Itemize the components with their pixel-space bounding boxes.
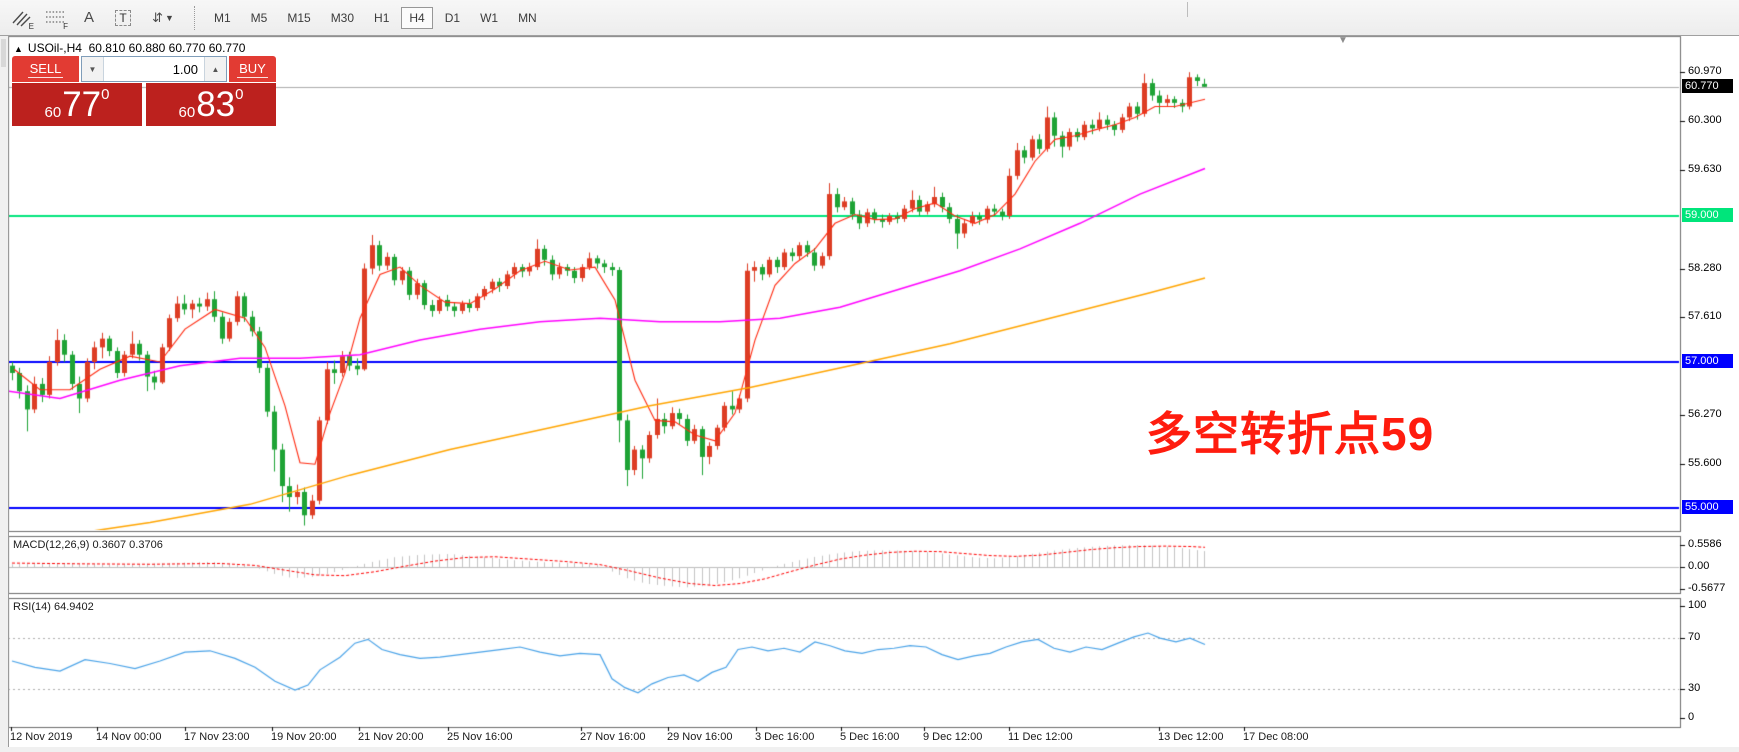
- tab-timeframe-d1[interactable]: D1: [437, 7, 468, 29]
- tab-timeframe-m30[interactable]: M30: [323, 7, 362, 29]
- chart-ohlc-values: 60.810 60.880 60.770 60.770: [89, 41, 246, 55]
- sell-price-pane[interactable]: 60 77 0: [12, 83, 142, 126]
- buy-price-pane[interactable]: 60 83 0: [146, 83, 276, 126]
- sell-price-main: 77: [62, 86, 101, 124]
- tab-timeframe-m1[interactable]: M1: [206, 7, 239, 29]
- text-label-tool-icon[interactable]: T: [110, 6, 136, 30]
- tab-timeframe-w1[interactable]: W1: [472, 7, 506, 29]
- tab-timeframe-m15[interactable]: M15: [279, 7, 318, 29]
- left-scroll-strip: [0, 36, 9, 752]
- buy-price-prefix: 60: [179, 104, 196, 121]
- volume-input[interactable]: [104, 57, 204, 81]
- tab-timeframe-h4[interactable]: H4: [401, 7, 432, 29]
- one-click-trading-panel: SELL ▼ ▲ BUY 60 77 0 60 83 0: [12, 56, 276, 126]
- buy-price-sup: 0: [235, 86, 243, 103]
- tool-sub-label: E: [29, 22, 34, 31]
- arrows-glyph: ⇵: [152, 10, 163, 26]
- chart-shift-marker-icon[interactable]: ▼: [1338, 35, 1348, 46]
- buy-price-main: 83: [196, 86, 235, 124]
- buy-button[interactable]: BUY: [229, 56, 276, 82]
- volume-decrease-button[interactable]: ▼: [82, 57, 104, 81]
- toolbar-separator: [194, 6, 196, 30]
- one-click-collapse-icon[interactable]: ▲: [14, 44, 23, 54]
- sell-price-prefix: 60: [45, 104, 62, 121]
- bottom-strip: [0, 747, 1739, 752]
- sell-button[interactable]: SELL: [12, 56, 79, 82]
- chart-annotation: 多空转折点59: [1146, 398, 1434, 464]
- chart-title: ▲ USOil-,H4 60.810 60.880 60.770 60.770: [14, 41, 245, 55]
- volume-increase-button[interactable]: ▲: [204, 57, 226, 81]
- fibonacci-tool-icon[interactable]: F: [42, 6, 68, 30]
- tab-timeframe-mn[interactable]: MN: [510, 7, 545, 29]
- chart-symbol: USOil-,H4: [28, 41, 82, 55]
- volume-spinner: ▼ ▲: [81, 56, 227, 82]
- tool-sub-label: F: [63, 22, 68, 31]
- dropdown-caret-icon[interactable]: ▼: [165, 13, 174, 23]
- equidistant-channel-tool-icon[interactable]: E: [8, 6, 34, 30]
- arrows-tool-icon[interactable]: ⇵ ▼: [144, 6, 182, 30]
- toolbar-group-separator: [1187, 2, 1188, 17]
- sell-price-sup: 0: [101, 86, 109, 103]
- text-tool-icon[interactable]: A: [76, 6, 102, 30]
- tab-timeframe-m5[interactable]: M5: [243, 7, 276, 29]
- timeframe-button-group: M1M5M15M30H1H4D1W1MN: [204, 7, 547, 29]
- rsi-indicator-label: RSI(14) 64.9402: [13, 601, 94, 613]
- macd-indicator-label: MACD(12,26,9) 0.3607 0.3706: [13, 539, 163, 551]
- toolbar: E F A T ⇵ ▼ M1M5M15M30H1H4D1W1MN: [0, 0, 1739, 36]
- tab-timeframe-h1[interactable]: H1: [366, 7, 397, 29]
- scroll-thumb[interactable]: [1, 39, 6, 67]
